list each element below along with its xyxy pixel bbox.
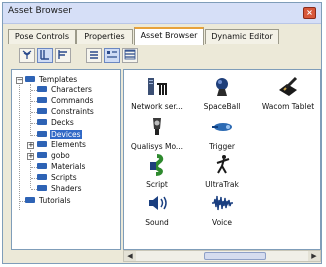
folder-icon — [37, 163, 47, 169]
script-icon — [150, 154, 164, 176]
thumbnails-icon — [124, 49, 136, 60]
spaceball-icon — [216, 78, 228, 96]
folder-icon — [37, 185, 47, 191]
tree-item-constraints[interactable]: Constraints — [37, 107, 95, 117]
folder-icon — [37, 97, 47, 103]
folder-icon — [37, 119, 47, 125]
tree-view-button[interactable] — [19, 48, 35, 63]
folder-icon — [37, 152, 47, 158]
tree-item-materials[interactable]: Materials — [37, 162, 86, 172]
tree-view-icon — [22, 50, 32, 59]
list-view-button[interactable] — [37, 48, 53, 63]
folder-icon — [37, 108, 47, 114]
folder-icon — [25, 197, 35, 203]
tree-item-gobo[interactable]: gobo — [37, 151, 71, 161]
horizontal-scrollbar[interactable]: ◀ ▶ — [123, 250, 321, 262]
ultratrak-icon — [216, 155, 230, 174]
folder-icon — [25, 76, 35, 82]
device-wacom-tablet[interactable]: Wacom Tablet — [257, 76, 319, 120]
detail-view-icon — [58, 50, 67, 59]
scroll-left-icon: ◀ — [127, 252, 133, 260]
tab-bar: Pose Controls Properties Asset Browser D… — [6, 27, 318, 45]
collapse-templates[interactable]: − — [16, 77, 23, 84]
device-label: Voice — [212, 218, 232, 227]
list-view-icon — [40, 50, 49, 60]
scroll-left-button[interactable]: ◀ — [124, 251, 136, 261]
scroll-right-icon: ▶ — [311, 252, 317, 260]
tree-item-elements[interactable]: Elements — [37, 140, 87, 150]
tree-item-decks[interactable]: Decks — [37, 118, 75, 128]
tree-item-shaders[interactable]: Shaders — [37, 184, 82, 194]
tree-item-characters[interactable]: Characters — [37, 85, 93, 95]
large-icons-icon — [107, 51, 117, 58]
small-icons-button[interactable] — [86, 48, 102, 63]
asset-tree[interactable]: − Templates Characters Commands Constrai… — [11, 69, 121, 250]
device-network-server[interactable]: Network ser... — [126, 76, 188, 120]
tab-pose-controls[interactable]: Pose Controls — [8, 29, 76, 44]
sound-icon — [149, 196, 167, 210]
device-label: UltraTrak — [205, 180, 239, 189]
folder-icon — [37, 174, 47, 180]
expand-elements[interactable]: + — [27, 142, 34, 149]
device-list[interactable]: Network ser... SpaceBall Wacom Tablet Qu… — [123, 69, 321, 250]
device-voice[interactable]: Voice — [191, 192, 253, 236]
tab-asset-browser[interactable]: Asset Browser — [134, 27, 204, 45]
tree-item-tutorials[interactable]: Tutorials — [25, 196, 71, 206]
close-icon: × — [306, 8, 313, 17]
tree-item-templates[interactable]: Templates — [25, 75, 78, 85]
device-label: Qualisys Mo... — [130, 142, 184, 151]
close-button[interactable]: × — [303, 7, 316, 19]
device-spaceball[interactable]: SpaceBall — [191, 76, 253, 120]
device-label: Network ser... — [131, 102, 183, 111]
folder-icon — [37, 131, 47, 137]
folder-icon — [37, 86, 47, 92]
network-server-icon — [148, 78, 167, 95]
wacom-tablet-icon — [279, 76, 298, 96]
voice-icon — [212, 195, 233, 211]
asset-browser-window: Asset Browser × Pose Controls Properties… — [2, 2, 322, 264]
device-sound[interactable]: Sound — [126, 192, 188, 236]
expand-gobo[interactable]: + — [27, 153, 34, 160]
tree-item-scripts[interactable]: Scripts — [37, 173, 78, 183]
trigger-icon — [212, 123, 232, 131]
tree-item-devices[interactable]: Devices — [37, 130, 82, 140]
tab-dynamic-editor[interactable]: Dynamic Editor — [205, 29, 279, 44]
thumbnails-button[interactable] — [122, 48, 138, 63]
device-label: Wacom Tablet — [261, 102, 315, 111]
qualisys-motion-icon — [153, 118, 161, 135]
window-title: Asset Browser — [8, 6, 72, 16]
device-label: Sound — [145, 218, 169, 227]
scroll-thumb[interactable] — [204, 252, 266, 260]
view-toolbar — [7, 47, 317, 66]
title-bar[interactable]: Asset Browser × — [3, 3, 321, 24]
folder-icon — [37, 141, 47, 147]
device-label: SpaceBall — [203, 102, 241, 111]
tree-item-commands[interactable]: Commands — [37, 96, 94, 106]
device-label: Script — [146, 180, 168, 189]
small-icons-icon — [90, 51, 98, 59]
scroll-right-button[interactable]: ▶ — [308, 251, 320, 261]
device-label: Trigger — [209, 142, 235, 151]
detail-view-button[interactable] — [55, 48, 71, 63]
tab-properties[interactable]: Properties — [76, 29, 133, 44]
large-icons-button[interactable] — [104, 48, 120, 63]
